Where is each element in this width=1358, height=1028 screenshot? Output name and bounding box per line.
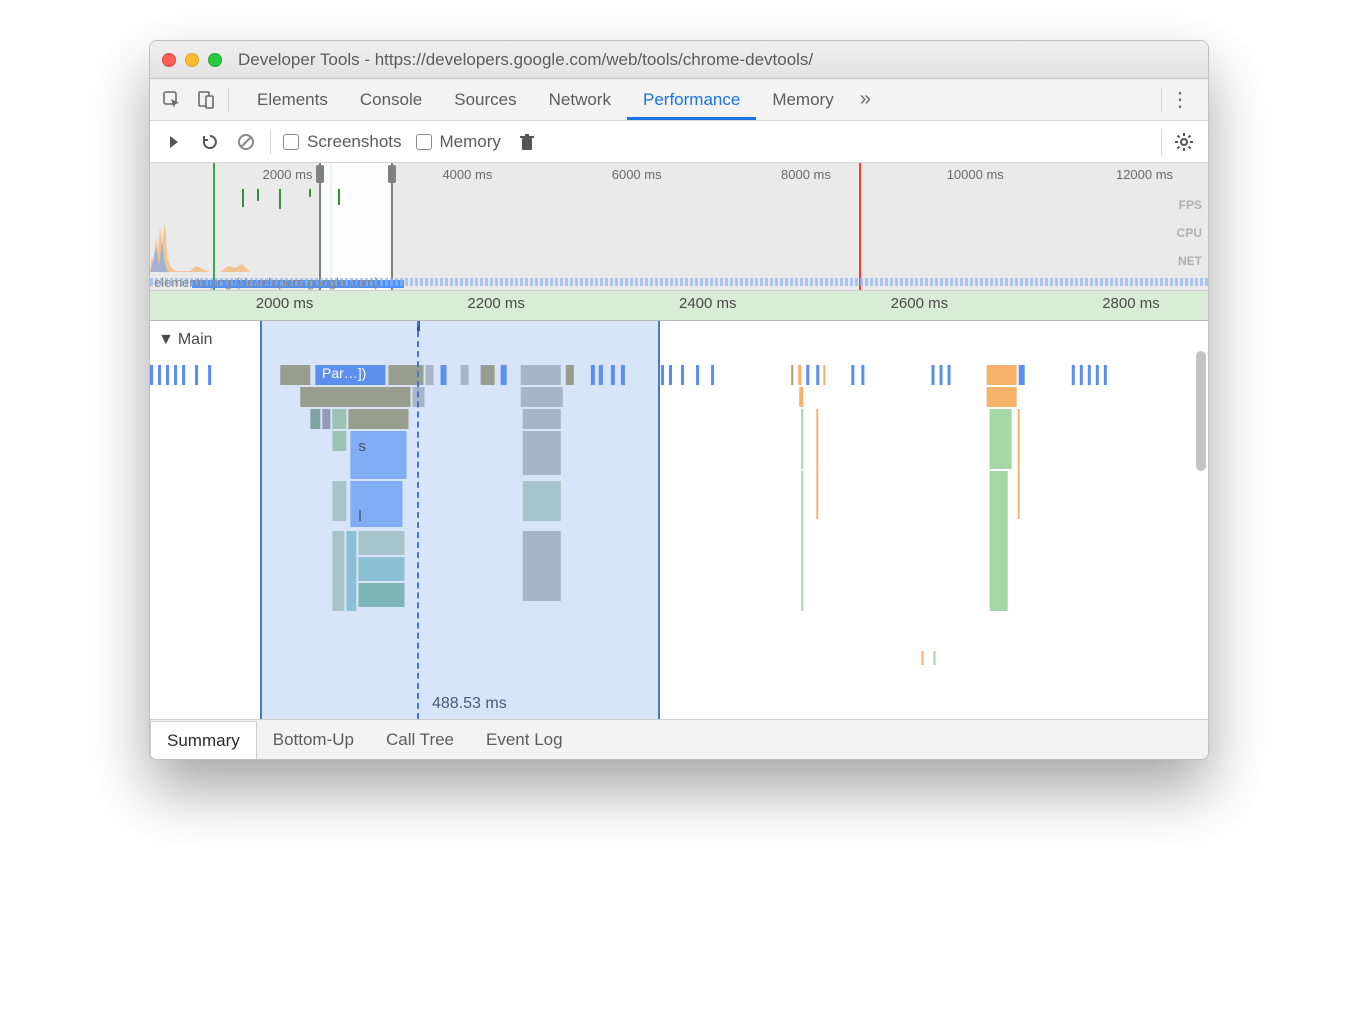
overview-tick: 6000 ms (612, 167, 662, 182)
tab-memory[interactable]: Memory (756, 79, 849, 120)
scrollbar-thumb[interactable] (1196, 351, 1206, 471)
settings-gear-icon[interactable] (1172, 130, 1196, 154)
overview-metric-labels: FPS CPU NET (1177, 191, 1202, 275)
memory-label: Memory (440, 132, 501, 152)
memory-checkbox[interactable]: Memory (416, 132, 501, 152)
traffic-lights (162, 53, 222, 67)
close-icon[interactable] (162, 53, 176, 67)
titlebar: Developer Tools - https://developers.goo… (150, 41, 1208, 79)
panel-tabs: Elements Console Sources Network Perform… (241, 79, 850, 120)
net-label: NET (1177, 247, 1202, 275)
flame-task-label: Par…]) (322, 365, 366, 381)
tab-console[interactable]: Console (344, 79, 438, 120)
tab-summary[interactable]: Summary (150, 721, 257, 760)
cpu-label: CPU (1177, 219, 1202, 247)
panel-tabs-row: Elements Console Sources Network Perform… (150, 79, 1208, 121)
net-request-label: elements.png (developers.google.com) (154, 275, 379, 290)
ruler-tick: 2400 ms (679, 295, 737, 312)
tab-elements[interactable]: Elements (241, 79, 344, 120)
more-tabs-icon[interactable]: » (850, 88, 881, 111)
tab-event-log[interactable]: Event Log (470, 720, 579, 759)
window-title: Developer Tools - https://developers.goo… (238, 50, 813, 70)
tab-bottom-up[interactable]: Bottom-Up (257, 720, 370, 759)
overview-tick: 12000 ms (1116, 167, 1173, 182)
screenshots-label: Screenshots (307, 132, 402, 152)
detail-ruler[interactable]: 2000 ms 2200 ms 2400 ms 2600 ms 2800 ms … (150, 291, 1208, 321)
tab-call-tree[interactable]: Call Tree (370, 720, 470, 759)
overview-timeline[interactable]: 2000 ms 4000 ms 6000 ms 8000 ms 10000 ms… (150, 163, 1208, 291)
tab-performance[interactable]: Performance (627, 79, 756, 120)
details-tabs: Summary Bottom-Up Call Tree Event Log (150, 719, 1208, 759)
selection-duration: 488.53 ms (432, 695, 507, 713)
maximize-icon[interactable] (208, 53, 222, 67)
flame-chart[interactable]: ▼ Main 488.53 ms (150, 321, 1208, 719)
fps-label: FPS (1177, 191, 1202, 219)
ruler-tick: 2000 ms (256, 295, 314, 312)
overview-tick: 10000 ms (947, 167, 1004, 182)
kebab-menu-icon[interactable]: ⋮ (1161, 87, 1198, 112)
overview-tick: 4000 ms (442, 167, 492, 182)
device-toolbar-icon[interactable] (194, 88, 218, 112)
ruler-tick: 2600 ms (891, 295, 949, 312)
overview-tick: 2000 ms (263, 167, 313, 182)
tab-network[interactable]: Network (533, 79, 627, 120)
devtools-window: Developer Tools - https://developers.goo… (149, 40, 1209, 760)
reload-record-icon[interactable] (198, 130, 222, 154)
performance-toolbar: Screenshots Memory (150, 121, 1208, 163)
inspect-element-icon[interactable] (160, 88, 184, 112)
overview-tick: 8000 ms (781, 167, 831, 182)
record-icon[interactable] (162, 130, 186, 154)
ruler-tick: 2800 ms (1102, 295, 1160, 312)
screenshots-checkbox[interactable]: Screenshots (283, 132, 402, 152)
tab-sources[interactable]: Sources (438, 79, 532, 120)
clear-icon[interactable] (234, 130, 258, 154)
minimize-icon[interactable] (185, 53, 199, 67)
garbage-collect-icon[interactable] (515, 130, 539, 154)
ruler-tick: 2200 ms (467, 295, 525, 312)
